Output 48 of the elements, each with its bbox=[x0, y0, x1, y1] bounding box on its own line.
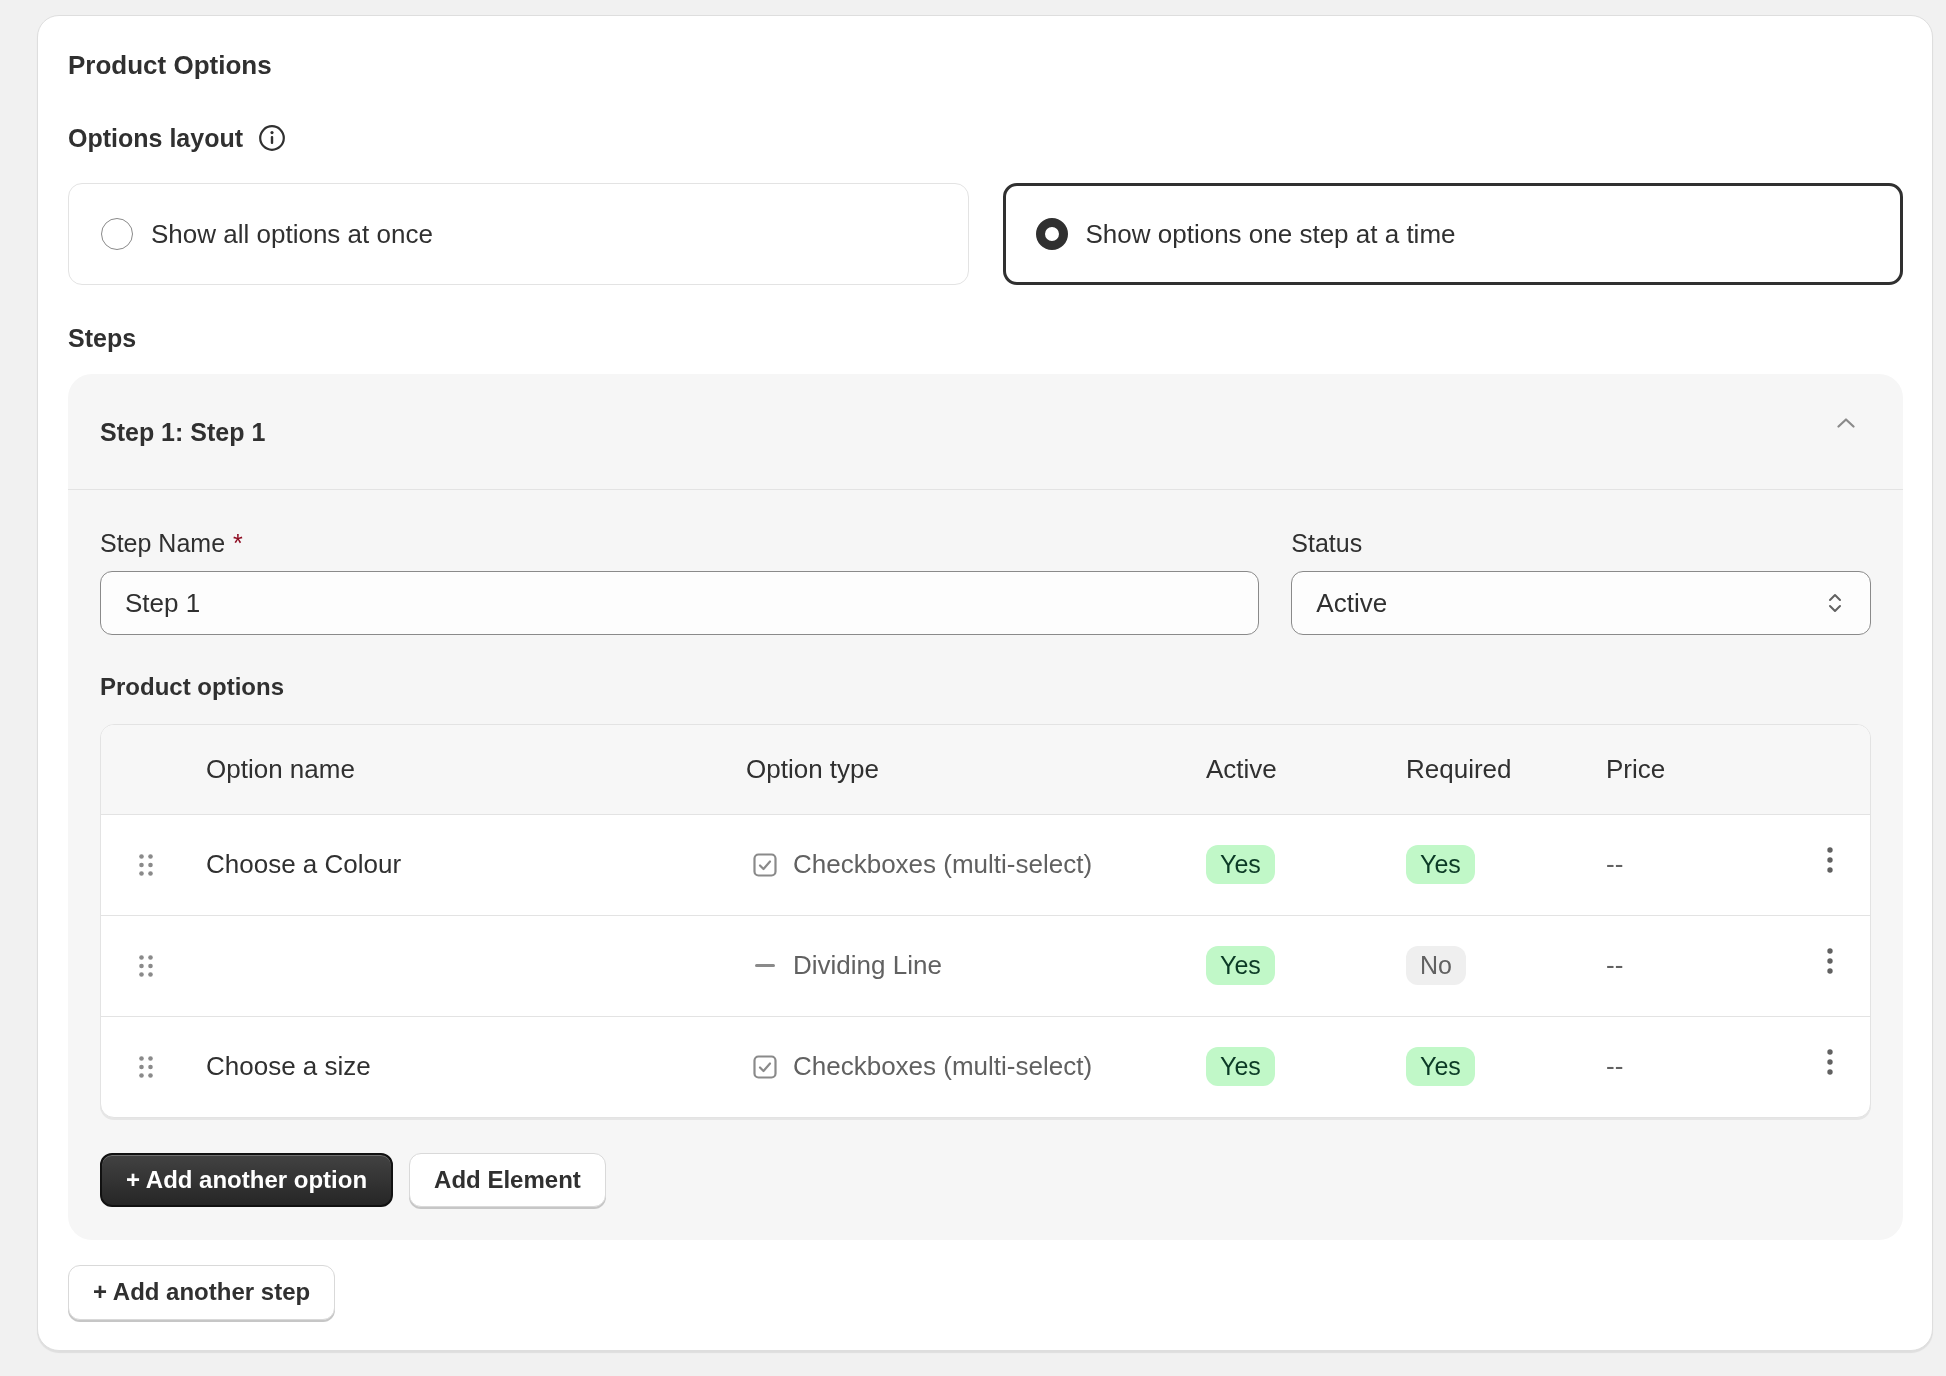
drag-handle-icon[interactable] bbox=[139, 954, 153, 977]
radio-button[interactable] bbox=[1035, 218, 1068, 250]
column-header: Price bbox=[1606, 753, 1667, 785]
active-badge: Yes bbox=[1206, 1047, 1275, 1086]
option-name: Choose a Colour bbox=[206, 849, 403, 880]
price-value: -- bbox=[1606, 950, 1625, 981]
required-badge: Yes bbox=[1406, 845, 1475, 884]
active-badge: Yes bbox=[1206, 845, 1275, 884]
add-step-button[interactable]: + Add another step bbox=[68, 1264, 336, 1320]
vertical-dots-icon[interactable] bbox=[1827, 846, 1833, 873]
required-badge: No bbox=[1406, 946, 1466, 985]
layout-option[interactable]: Show options one step at a time bbox=[1002, 183, 1903, 285]
chevron-up-icon[interactable] bbox=[1837, 417, 1855, 428]
option-type: Dividing Line bbox=[793, 950, 942, 981]
drag-handle-icon[interactable] bbox=[139, 853, 153, 876]
checkbox-icon bbox=[753, 1054, 777, 1079]
column-header: Active bbox=[1206, 753, 1278, 785]
option-type: Checkboxes (multi-select) bbox=[793, 849, 1093, 880]
field-label: Status bbox=[1291, 528, 1363, 558]
checkbox-icon bbox=[753, 852, 777, 877]
required-asterisk: * bbox=[233, 528, 243, 558]
active-badge: Yes bbox=[1206, 946, 1275, 985]
section-label: Product options bbox=[100, 672, 285, 702]
radio-button[interactable] bbox=[101, 218, 133, 250]
price-value: -- bbox=[1606, 849, 1625, 880]
card-title: Product Options bbox=[68, 49, 273, 81]
option-name: Choose a size bbox=[206, 1051, 372, 1082]
section-label: Steps bbox=[68, 323, 138, 354]
field-label: Step Name bbox=[100, 528, 226, 558]
status-select[interactable]: Active bbox=[1291, 571, 1871, 635]
primary-button[interactable]: + Add another option bbox=[100, 1152, 394, 1207]
vertical-dots-icon[interactable] bbox=[1827, 947, 1833, 974]
option-type: Checkboxes (multi-select) bbox=[793, 1051, 1093, 1082]
drag-handle-icon[interactable] bbox=[139, 1055, 153, 1078]
column-header: Option name bbox=[206, 753, 356, 785]
layout-option[interactable]: Show all options at once bbox=[68, 183, 969, 285]
column-header: Option type bbox=[746, 753, 880, 785]
column-header: Required bbox=[1406, 753, 1513, 785]
vertical-dots-icon[interactable] bbox=[1827, 1048, 1833, 1075]
dash-icon bbox=[755, 964, 775, 967]
step-title[interactable]: Step 1: Step 1 bbox=[100, 415, 266, 448]
price-value: -- bbox=[1606, 1051, 1625, 1082]
up-down-chevron-icon bbox=[1828, 592, 1842, 614]
required-badge: Yes bbox=[1406, 1047, 1475, 1086]
step-name-input[interactable]: Step 1 bbox=[100, 571, 1260, 635]
secondary-button[interactable]: Add Element bbox=[409, 1152, 606, 1207]
section-label: Options layout bbox=[68, 123, 243, 154]
info-icon[interactable] bbox=[259, 125, 285, 151]
